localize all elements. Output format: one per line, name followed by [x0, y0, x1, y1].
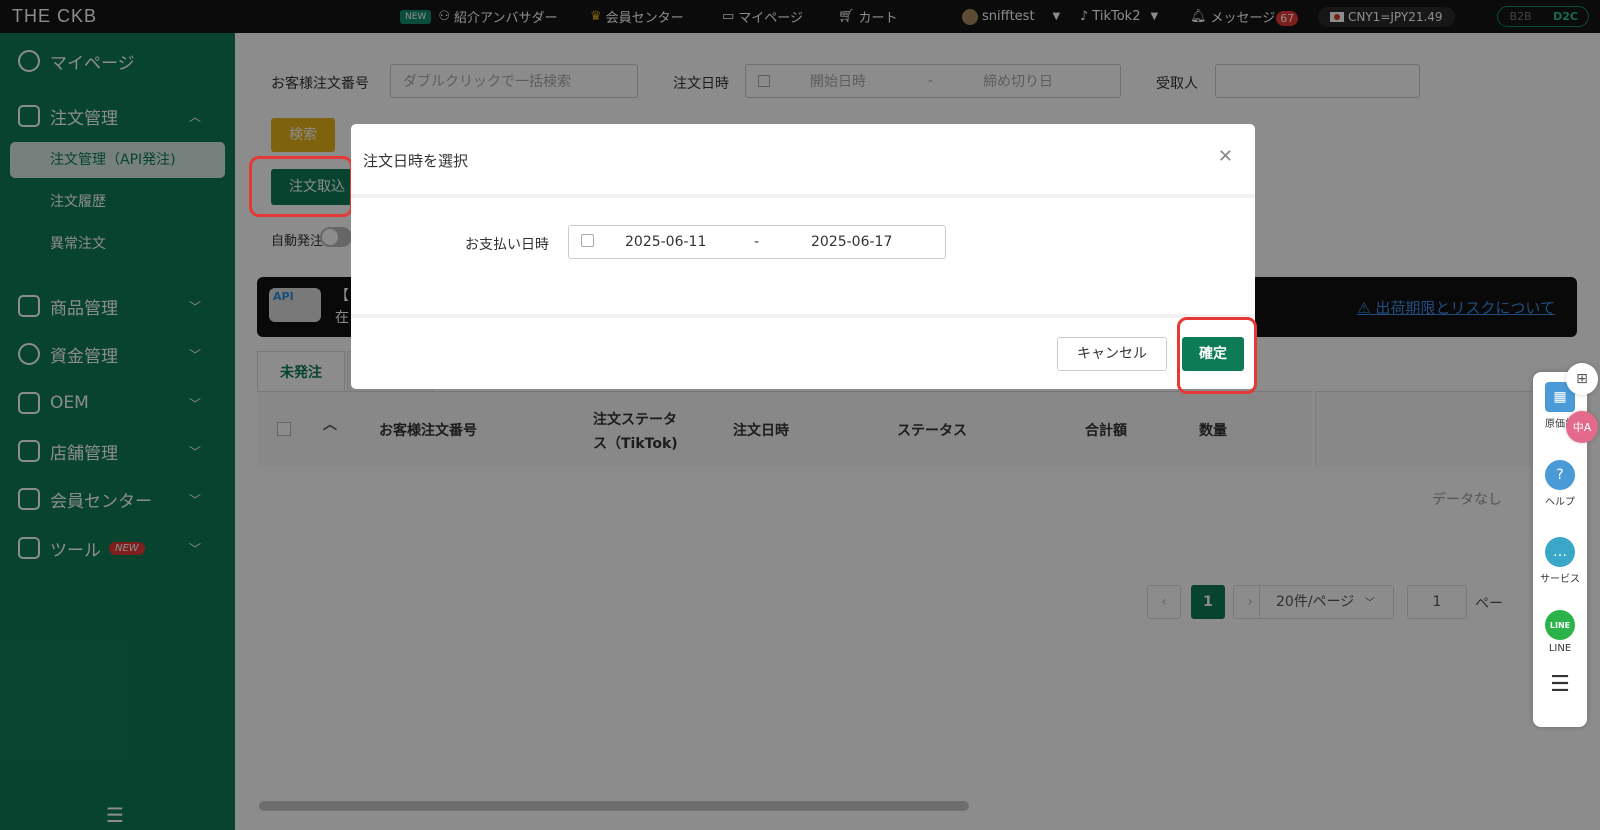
highlight-box	[1177, 317, 1257, 394]
apps-icon[interactable]: ⊞	[1566, 363, 1598, 395]
divider	[351, 314, 1255, 318]
chat-icon: …	[1545, 537, 1575, 567]
divider	[351, 194, 1255, 198]
rail-help[interactable]: ? ヘルプ	[1533, 460, 1587, 508]
line-icon: LINE	[1545, 610, 1575, 640]
date-select-modal: 注文日時を選択 ✕ お支払い日時 2025-06-11 - 2025-06-17…	[351, 124, 1255, 389]
date-separator: -	[754, 234, 760, 250]
rail-toc-icon[interactable]: ☰	[1533, 672, 1587, 697]
rail-service[interactable]: … サービス	[1533, 537, 1587, 585]
rail-line[interactable]: LINE LINE	[1533, 610, 1587, 654]
start-date-value[interactable]: 2025-06-11	[625, 234, 706, 250]
payment-date-range[interactable]: 2025-06-11 - 2025-06-17	[568, 225, 946, 259]
translate-icon[interactable]: 中A	[1566, 411, 1598, 443]
highlight-box	[249, 156, 353, 217]
rail-label: LINE	[1548, 643, 1572, 654]
rail-label: ヘルプ	[1545, 497, 1575, 508]
help-icon: ?	[1545, 460, 1575, 490]
cancel-button[interactable]: キャンセル	[1057, 337, 1167, 371]
modal-title: 注文日時を選択	[363, 152, 469, 170]
close-icon[interactable]: ✕	[1218, 146, 1233, 167]
calendar-icon	[581, 234, 594, 247]
end-date-value[interactable]: 2025-06-17	[811, 234, 892, 250]
rail-label: サービス	[1540, 574, 1580, 585]
payment-date-label: お支払い日時	[465, 237, 549, 253]
